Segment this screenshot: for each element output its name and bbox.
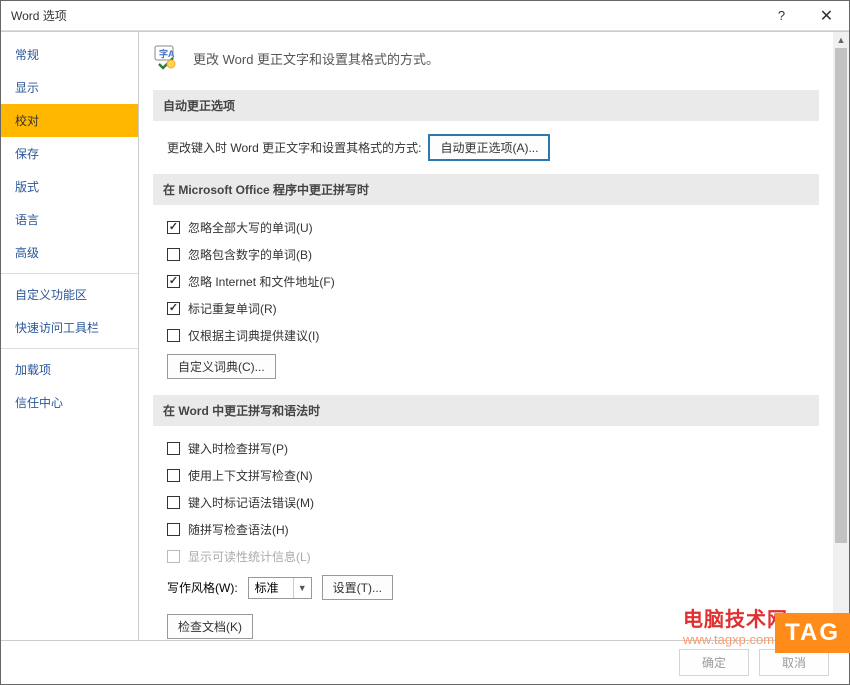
dialog-footer: 确定 取消 [1, 640, 849, 684]
chevron-down-icon: ▼ [293, 578, 311, 598]
checkbox-label: 忽略全部大写的单词(U) [188, 219, 313, 236]
checkbox-label: 键入时检查拼写(P) [188, 440, 288, 457]
recheck-document-button[interactable]: 检查文档(K) [167, 614, 253, 639]
vertical-scrollbar[interactable]: ▲ ▼ [833, 32, 849, 640]
scroll-down-button[interactable]: ▼ [833, 624, 849, 640]
checkbox-mark-grammar[interactable] [167, 496, 180, 509]
checkbox-label: 键入时标记语法错误(M) [188, 494, 314, 511]
sidebar-separator [1, 348, 138, 349]
checkbox-label: 标记重复单词(R) [188, 300, 277, 317]
checkbox-ignore-numbers[interactable] [167, 248, 180, 261]
page-header: 字A 更改 Word 更正文字和设置其格式的方式。 [153, 44, 819, 72]
checkbox-flag-repeated[interactable] [167, 302, 180, 315]
word-options-dialog: Word 选项 ? ✕ 常规 显示 校对 保存 版式 语言 高级 自定义功能区 … [0, 0, 850, 685]
dialog-body: 常规 显示 校对 保存 版式 语言 高级 自定义功能区 快速访问工具栏 加载项 … [1, 31, 849, 640]
checkbox-ignore-uppercase[interactable] [167, 221, 180, 234]
sidebar-item-general[interactable]: 常规 [1, 38, 138, 71]
custom-dictionaries-button[interactable]: 自定义词典(C)... [167, 354, 276, 379]
sidebar-item-language[interactable]: 语言 [1, 203, 138, 236]
checkbox-main-dictionary-only[interactable] [167, 329, 180, 342]
autocorrect-label: 更改键入时 Word 更正文字和设置其格式的方式: [167, 139, 421, 156]
checkbox-label: 显示可读性统计信息(L) [188, 548, 311, 565]
checkbox-label: 忽略包含数字的单词(B) [188, 246, 312, 263]
scroll-track[interactable] [833, 48, 849, 624]
checkbox-label: 忽略 Internet 和文件地址(F) [188, 273, 335, 290]
sidebar-item-advanced[interactable]: 高级 [1, 236, 138, 269]
writing-style-value: 标准 [249, 579, 293, 596]
scroll-up-button[interactable]: ▲ [833, 32, 849, 48]
page-description: 更改 Word 更正文字和设置其格式的方式。 [193, 49, 439, 68]
proofing-icon: 字A [153, 44, 181, 72]
writing-style-select[interactable]: 标准 ▼ [248, 577, 312, 599]
checkbox-contextual-spelling[interactable] [167, 469, 180, 482]
titlebar: Word 选项 ? ✕ [1, 1, 849, 31]
svg-text:字A: 字A [159, 48, 175, 59]
checkbox-readability-stats [167, 550, 180, 563]
checkbox-grammar-with-spelling[interactable] [167, 523, 180, 536]
sidebar-item-addins[interactable]: 加载项 [1, 353, 138, 386]
sidebar-item-layout[interactable]: 版式 [1, 170, 138, 203]
checkbox-ignore-internet[interactable] [167, 275, 180, 288]
section-word-spelling-header: 在 Word 中更正拼写和语法时 [153, 395, 819, 426]
section-office-spelling-header: 在 Microsoft Office 程序中更正拼写时 [153, 174, 819, 205]
sidebar-separator [1, 273, 138, 274]
writing-style-label: 写作风格(W): [167, 579, 238, 596]
autocorrect-options-button[interactable]: 自动更正选项(A)... [429, 135, 549, 160]
grammar-settings-button[interactable]: 设置(T)... [322, 575, 393, 600]
help-button[interactable]: ? [759, 1, 804, 30]
checkbox-check-spelling-typing[interactable] [167, 442, 180, 455]
checkbox-label: 仅根据主词典提供建议(I) [188, 327, 319, 344]
checkbox-label: 随拼写检查语法(H) [188, 521, 289, 538]
content-area: 字A 更改 Word 更正文字和设置其格式的方式。 自动更正选项 更改键入时 W… [139, 32, 849, 640]
section-autocorrect-header: 自动更正选项 [153, 90, 819, 121]
sidebar-item-save[interactable]: 保存 [1, 137, 138, 170]
checkbox-label: 使用上下文拼写检查(N) [188, 467, 313, 484]
sidebar: 常规 显示 校对 保存 版式 语言 高级 自定义功能区 快速访问工具栏 加载项 … [1, 32, 139, 640]
close-button[interactable]: ✕ [804, 1, 849, 30]
sidebar-item-proofing[interactable]: 校对 [1, 104, 138, 137]
sidebar-item-display[interactable]: 显示 [1, 71, 138, 104]
sidebar-item-trust-center[interactable]: 信任中心 [1, 386, 138, 419]
cancel-button[interactable]: 取消 [759, 649, 829, 676]
ok-button[interactable]: 确定 [679, 649, 749, 676]
scroll-thumb[interactable] [835, 48, 847, 543]
sidebar-item-customize-ribbon[interactable]: 自定义功能区 [1, 278, 138, 311]
window-title: Word 选项 [11, 7, 759, 24]
sidebar-item-quick-access[interactable]: 快速访问工具栏 [1, 311, 138, 344]
